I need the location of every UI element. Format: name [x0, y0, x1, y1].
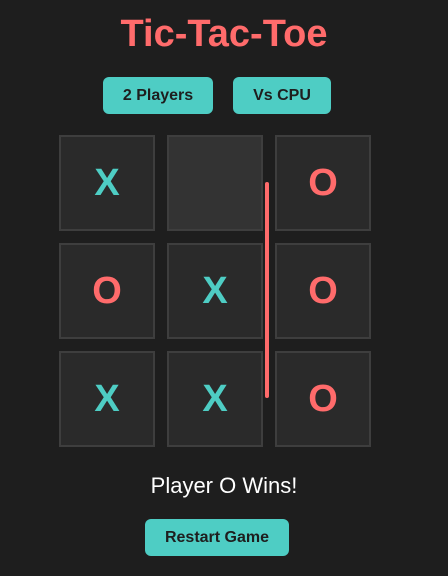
game-status: Player O Wins!: [150, 473, 298, 498]
board-cell-6[interactable]: O: [275, 243, 371, 339]
board-cell-9[interactable]: O: [275, 351, 371, 447]
winning-line: [265, 182, 269, 398]
board-cell-1[interactable]: X: [59, 135, 155, 231]
board-cell-2[interactable]: [167, 135, 263, 231]
game-page: Tic-Tac-Toe 2 Players Vs CPU X O O X O X…: [0, 0, 448, 576]
board-cell-8[interactable]: X: [167, 351, 263, 447]
board-cell-4[interactable]: O: [59, 243, 155, 339]
restart-game-button[interactable]: Restart Game: [145, 519, 289, 556]
page-title: Tic-Tac-Toe: [120, 13, 328, 55]
board-cell-5[interactable]: X: [167, 243, 263, 339]
game-board: X O O X O X X O: [59, 135, 375, 451]
board-cell-7[interactable]: X: [59, 351, 155, 447]
board-cell-3[interactable]: O: [275, 135, 371, 231]
vs-cpu-button[interactable]: Vs CPU: [233, 77, 331, 114]
two-players-button[interactable]: 2 Players: [103, 77, 213, 114]
